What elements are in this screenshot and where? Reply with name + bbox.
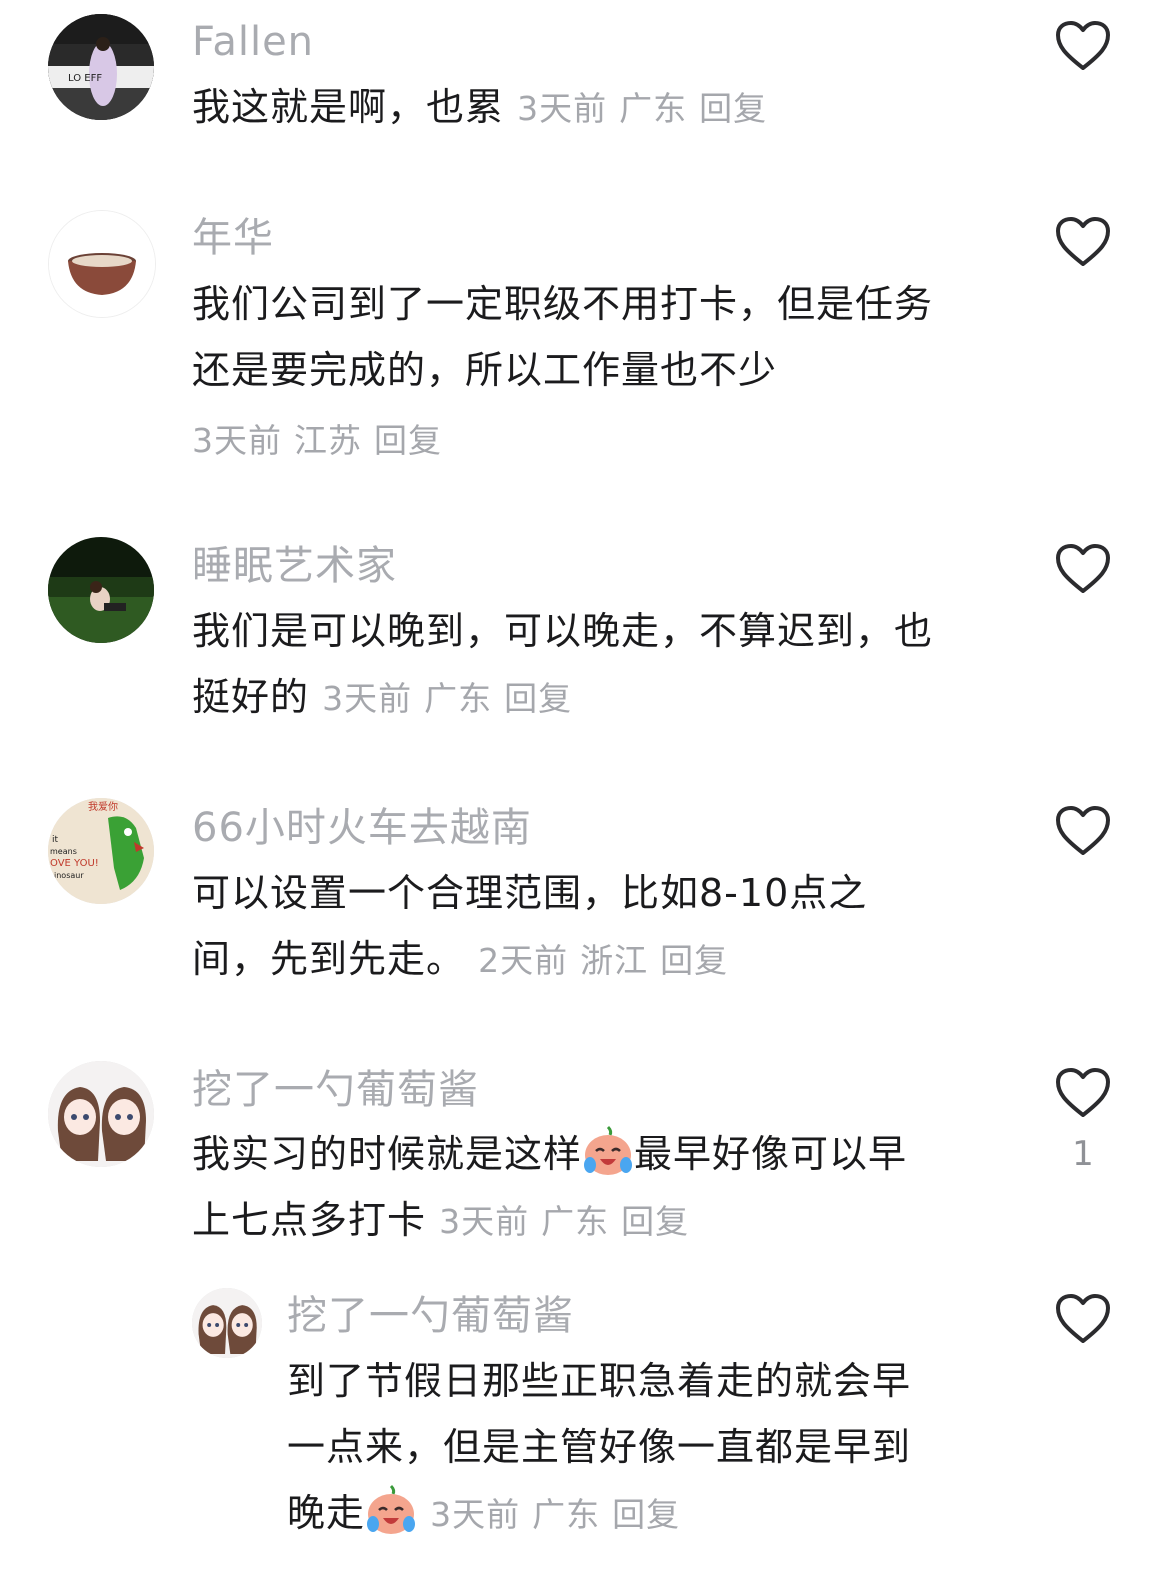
svg-text:it: it bbox=[52, 835, 59, 845]
username[interactable]: 睡眠艺术家 bbox=[192, 542, 397, 590]
reply-button[interactable]: 回复 bbox=[699, 89, 767, 128]
comment-meta: 3天前 广东 回复 bbox=[517, 89, 779, 128]
svg-text:OVE YOU!: OVE YOU! bbox=[50, 858, 99, 869]
comment-time: 3天前 bbox=[192, 421, 282, 460]
avatar[interactable] bbox=[48, 1061, 154, 1167]
like-count: 1 bbox=[1072, 1134, 1094, 1174]
comment-time: 3天前 bbox=[517, 89, 608, 128]
comment-meta: 3天前 江苏 回复 bbox=[192, 414, 454, 462]
comment-body-line-wrap: 间，先到先走。 2天前 浙江 回复 bbox=[192, 926, 1012, 994]
svg-text:我爱你: 我爱你 bbox=[88, 800, 118, 813]
comment-time: 2天前 bbox=[478, 941, 569, 980]
comment-body-line: 可以设置一个合理范围，比如8-10点之 bbox=[192, 871, 868, 915]
heart-icon bbox=[1056, 806, 1110, 855]
comment-location: 广东 bbox=[424, 679, 493, 718]
avatar[interactable]: it means OVE YOU! inosaur 我爱你 bbox=[48, 798, 154, 904]
comment-text: 到了节假日那些正职急着走的就会早 一点来，但是主管好像一直都是早到 晚走 3天前… bbox=[287, 1348, 1007, 1548]
comment-text: 可以设置一个合理范围，比如8-10点之 间，先到先走。 2天前 浙江 回复 bbox=[192, 860, 1012, 994]
crying-laughing-face-icon bbox=[367, 1484, 416, 1534]
comment-text: 我这就是啊，也累 3天前 广东 回复 bbox=[192, 74, 1012, 142]
comment-body-line: 上七点多打卡 bbox=[192, 1198, 427, 1242]
reply-button[interactable]: 回复 bbox=[612, 1495, 680, 1534]
comment-body-line: 晚走 bbox=[287, 1491, 366, 1535]
comment-meta: 3天前 广东 回复 bbox=[322, 679, 584, 718]
comment-body-line: 我实习的时候就是这样 bbox=[192, 1132, 583, 1176]
reply-button[interactable]: 回复 bbox=[374, 421, 442, 460]
comment-meta: 2天前 浙江 回复 bbox=[478, 941, 740, 980]
comment-text: 我们是可以晚到，可以晚走，不算迟到，也 挺好的 3天前 广东 回复 bbox=[192, 598, 1012, 732]
avatar[interactable]: LO EFF bbox=[48, 14, 154, 120]
like-button[interactable] bbox=[1055, 805, 1111, 857]
comment-location: 广东 bbox=[532, 1495, 601, 1534]
username[interactable]: 66小时火车去越南 bbox=[192, 804, 532, 852]
like-button[interactable] bbox=[1055, 20, 1111, 72]
comment-body-line: 到了节假日那些正职急着走的就会早 bbox=[287, 1359, 912, 1403]
comment-location: 广东 bbox=[541, 1202, 610, 1241]
like-button[interactable] bbox=[1055, 543, 1111, 595]
comment-body-line: 我们是可以晚到，可以晚走，不算迟到，也 bbox=[192, 609, 934, 653]
heart-icon bbox=[1056, 1294, 1110, 1343]
comment-body-line-wrap: 晚走 3天前 广东 回复 bbox=[287, 1480, 1007, 1548]
heart-icon bbox=[1056, 1068, 1110, 1117]
comment-text: 我们公司到了一定职级不用打卡，但是任务 还是要完成的，所以工作量也不少 bbox=[192, 271, 1012, 403]
comment-time: 3天前 bbox=[430, 1495, 521, 1534]
comment-body-line-wrap: 上七点多打卡 3天前 广东 回复 bbox=[192, 1187, 1012, 1255]
crying-laughing-face-icon bbox=[584, 1125, 633, 1175]
comment-body-line: 还是要完成的，所以工作量也不少 bbox=[192, 348, 778, 392]
comment-time: 3天前 bbox=[322, 679, 413, 718]
comment-body-line: 一点来，但是主管好像一直都是早到 bbox=[287, 1425, 912, 1469]
comment-location: 江苏 bbox=[294, 421, 362, 460]
username[interactable]: 挖了一勺葡萄酱 bbox=[192, 1066, 479, 1114]
username[interactable]: 年华 bbox=[192, 214, 274, 262]
username[interactable]: Fallen bbox=[192, 18, 314, 66]
heart-icon bbox=[1056, 544, 1110, 593]
avatar[interactable] bbox=[48, 537, 154, 643]
comment-body-line: 我们公司到了一定职级不用打卡，但是任务 bbox=[192, 282, 934, 326]
comment-item: LO EFF Fallen 我这就是啊，也累 3天前 广东 回复 bbox=[0, 0, 1170, 170]
comment-location: 广东 bbox=[619, 89, 688, 128]
svg-text:inosaur: inosaur bbox=[54, 871, 84, 880]
heart-icon bbox=[1056, 21, 1110, 70]
reply-button[interactable]: 回复 bbox=[504, 679, 572, 718]
comment-body-line: 最早好像可以早 bbox=[634, 1132, 908, 1176]
comment-meta: 3天前 广东 回复 bbox=[430, 1495, 692, 1534]
comment-body: 我这就是啊，也累 bbox=[192, 85, 505, 129]
comment-body-line-wrap: 挺好的 3天前 广东 回复 bbox=[192, 664, 1012, 732]
reply-button[interactable]: 回复 bbox=[621, 1202, 689, 1241]
like-button[interactable] bbox=[1055, 1293, 1111, 1345]
comment-body-line: 间，先到先走。 bbox=[192, 937, 466, 981]
svg-text:means: means bbox=[50, 847, 77, 856]
avatar[interactable] bbox=[192, 1288, 262, 1358]
comment-body-line: 挺好的 bbox=[192, 675, 310, 719]
like-button[interactable] bbox=[1055, 1067, 1111, 1119]
comment-meta: 3天前 广东 回复 bbox=[439, 1202, 701, 1241]
comment-text: 我实习的时候就是这样 最早好像可以早 上七点多打卡 3天前 广东 回复 bbox=[192, 1121, 1012, 1255]
avatar[interactable] bbox=[48, 210, 156, 318]
svg-text:LO EFF: LO EFF bbox=[68, 73, 102, 84]
comment-body-line-wrap: 我实习的时候就是这样 最早好像可以早 bbox=[192, 1121, 1012, 1187]
heart-icon bbox=[1056, 217, 1110, 266]
reply-button[interactable]: 回复 bbox=[660, 941, 728, 980]
like-button[interactable] bbox=[1055, 216, 1111, 268]
comment-time: 3天前 bbox=[439, 1202, 530, 1241]
username[interactable]: 挖了一勺葡萄酱 bbox=[287, 1292, 574, 1340]
comment-location: 浙江 bbox=[580, 941, 649, 980]
